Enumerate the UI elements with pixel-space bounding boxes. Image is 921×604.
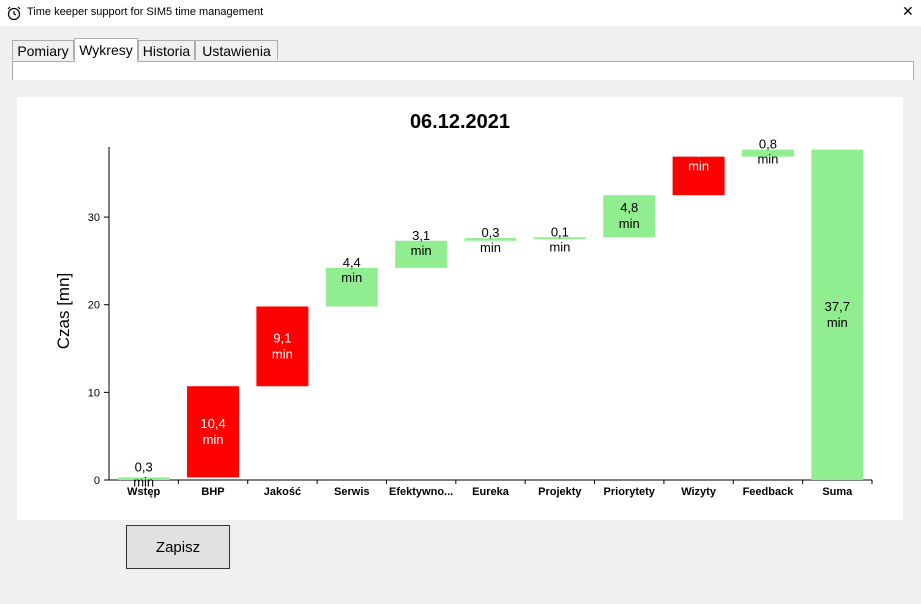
unit-label: min bbox=[757, 152, 778, 167]
tab-pomiary[interactable]: Pomiary bbox=[12, 40, 74, 60]
x-tick-label: Priorytety bbox=[604, 486, 656, 498]
value-label: 4,4 bbox=[343, 255, 361, 270]
chart-title: 06.12.2021 bbox=[410, 111, 510, 133]
unit-label: min bbox=[688, 159, 709, 174]
alarm-clock-icon bbox=[7, 6, 21, 21]
x-tick-label: Feedback bbox=[743, 486, 795, 498]
x-tick-label: Jakość bbox=[264, 486, 301, 498]
y-tick-label: 0 bbox=[94, 475, 100, 487]
y-tick-label: 30 bbox=[88, 212, 100, 224]
value-label: 0,8 bbox=[759, 137, 777, 152]
unit-label: min bbox=[827, 315, 848, 330]
unit-label: min bbox=[133, 474, 154, 489]
unit-label: min bbox=[203, 432, 224, 447]
value-label: 0,3 bbox=[481, 225, 499, 240]
y-tick-label: 20 bbox=[88, 300, 100, 312]
tab-historia[interactable]: Historia bbox=[138, 40, 195, 60]
window-title: Time keeper support for SIM5 time manage… bbox=[27, 6, 264, 18]
x-tick-label: Serwis bbox=[334, 486, 369, 498]
tab-ustawienia[interactable]: Ustawienia bbox=[195, 40, 278, 60]
unit-label: min bbox=[341, 270, 362, 285]
unit-label: min bbox=[272, 346, 293, 361]
chart-area: 06.12.2021 Czas [mn] 0 10 20 30 Wstęp BHP Jako… bbox=[17, 97, 903, 520]
unit-label: min bbox=[549, 239, 570, 254]
unit-label: min bbox=[480, 240, 501, 255]
x-tick-label: Wizyty bbox=[681, 486, 717, 498]
save-button[interactable]: Zapisz bbox=[126, 525, 230, 569]
x-tick-label: Suma bbox=[822, 486, 853, 498]
unit-label: min bbox=[619, 216, 640, 231]
value-label: 37,7 bbox=[825, 299, 850, 314]
title-bar: Time keeper support for SIM5 time manage… bbox=[0, 0, 921, 26]
value-label: 0,1 bbox=[551, 224, 569, 239]
y-axis-label: Czas [mn] bbox=[54, 273, 73, 350]
close-icon[interactable]: ✕ bbox=[902, 3, 914, 20]
x-tick-label: Projekty bbox=[538, 486, 582, 498]
value-label: 0,3 bbox=[135, 459, 153, 474]
waterfall-chart: 06.12.2021 Czas [mn] 0102030Wstęp BHP Jako… bbox=[54, 111, 873, 498]
value-label: 3,1 bbox=[412, 228, 430, 243]
y-tick-label: 10 bbox=[88, 387, 100, 399]
x-tick-label: BHP bbox=[201, 486, 224, 498]
bars: 0,3min10,4min9,1min4,4min3,1min0,3min0,1… bbox=[117, 137, 864, 489]
x-tick-label: Eureka bbox=[472, 486, 510, 498]
value-label: 4,8 bbox=[620, 200, 638, 215]
unit-label: min bbox=[411, 243, 432, 258]
value-label: 4,4 bbox=[690, 144, 708, 159]
value-label: 9,1 bbox=[273, 330, 291, 345]
value-label: 10,4 bbox=[200, 416, 225, 431]
x-tick-label: Efektywno... bbox=[389, 486, 453, 498]
tab-wykresy[interactable]: Wykresy bbox=[74, 38, 138, 62]
